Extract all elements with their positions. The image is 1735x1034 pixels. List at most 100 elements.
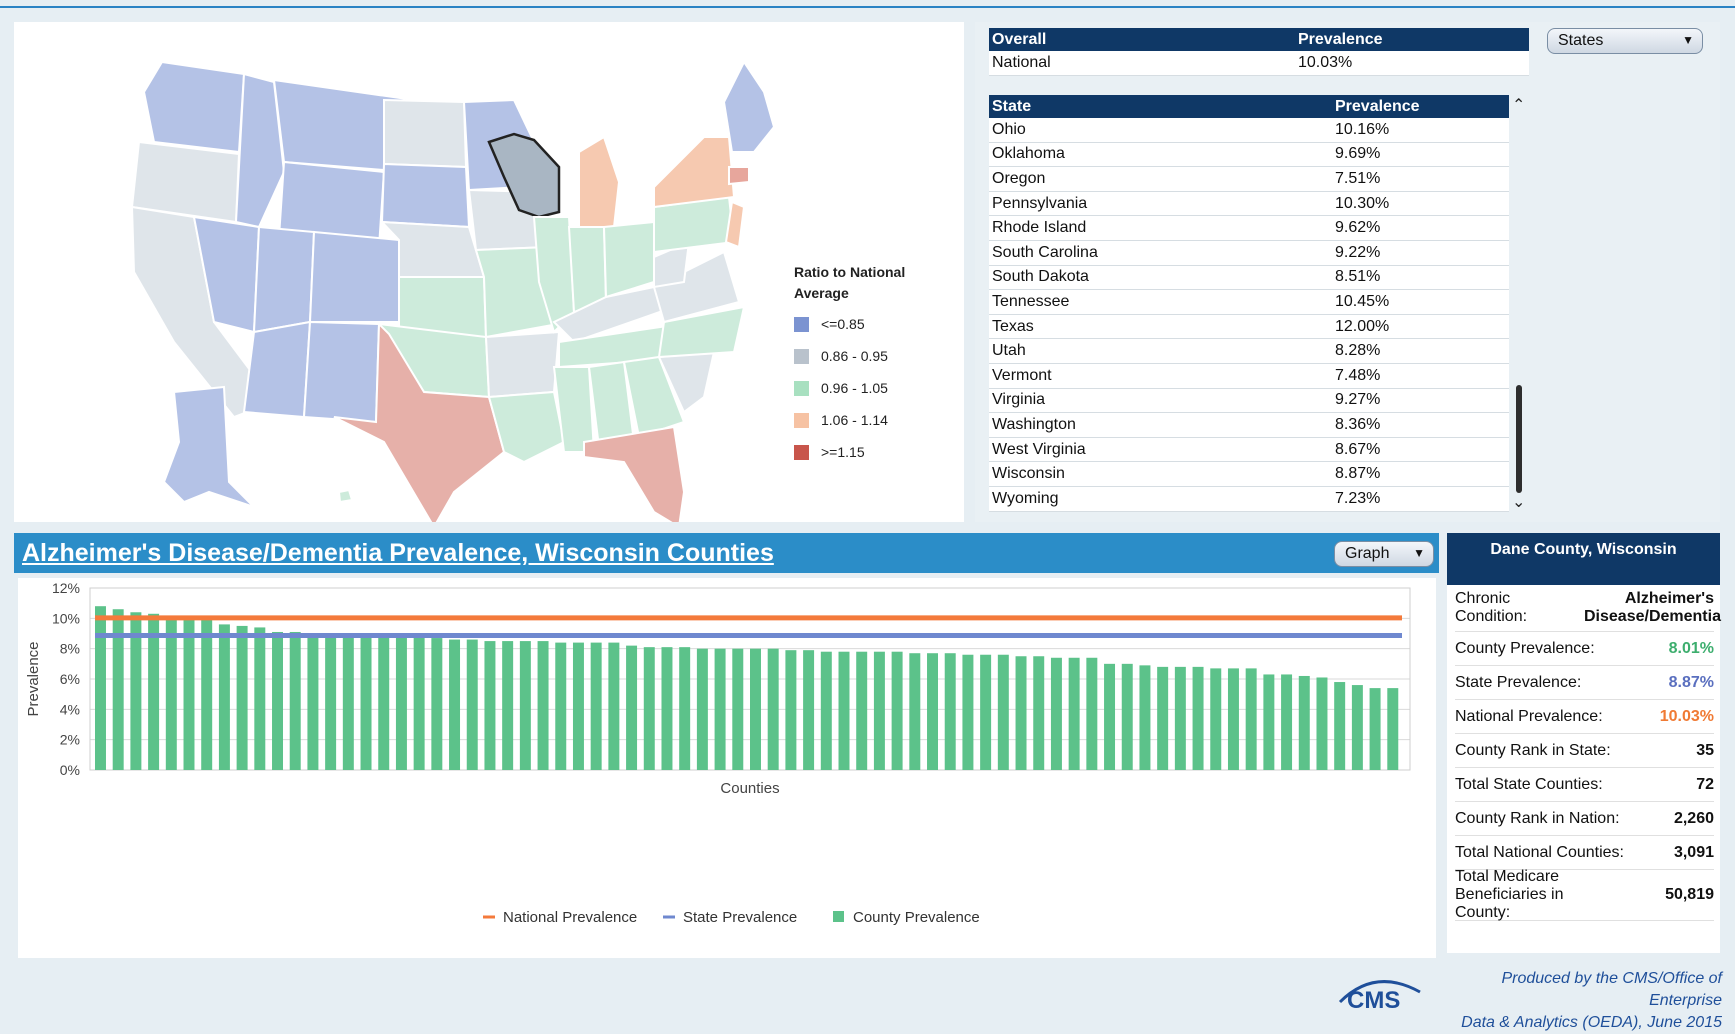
state-prevalence: 7.48% bbox=[1295, 363, 1509, 389]
county-info-title: Dane County, Wisconsin bbox=[1447, 533, 1720, 585]
y-tick-label: 0% bbox=[60, 762, 80, 778]
county-bar bbox=[378, 636, 390, 770]
county-bar bbox=[1068, 657, 1080, 770]
county-bar bbox=[1281, 674, 1293, 770]
state-row[interactable]: South Carolina 9.22% bbox=[989, 240, 1509, 266]
state-hawaii[interactable] bbox=[337, 488, 354, 504]
state-table-viewport[interactable]: State Prevalence Ohio 10.16% Oklahoma 9.69%… bbox=[989, 95, 1509, 512]
county-bar bbox=[413, 636, 425, 770]
top-divider bbox=[0, 6, 1735, 8]
county-info-panel: Chronic Condition: Alzheimer's Disease/De… bbox=[1447, 585, 1721, 953]
state-row[interactable]: Utah 8.28% bbox=[989, 338, 1509, 364]
county-bar bbox=[449, 639, 461, 770]
county-bar bbox=[980, 654, 992, 770]
state-new-england[interactable] bbox=[722, 60, 776, 153]
state-florida[interactable] bbox=[583, 425, 686, 522]
state-new-mexico[interactable] bbox=[302, 320, 381, 424]
county-info-label: Total State Counties: bbox=[1455, 775, 1603, 793]
state-row[interactable]: Virginia 9.27% bbox=[989, 388, 1509, 414]
state-name: Oregon bbox=[989, 166, 1295, 192]
county-info-value: 50,819 bbox=[1665, 886, 1714, 903]
state-row[interactable]: Vermont 7.48% bbox=[989, 363, 1509, 389]
state-row[interactable]: Tennessee 10.45% bbox=[989, 289, 1509, 315]
legend-label: >=1.15 bbox=[821, 444, 865, 460]
county-bar bbox=[236, 625, 248, 770]
state-prevalence: 8.67% bbox=[1295, 437, 1509, 463]
county-bar bbox=[1104, 663, 1116, 770]
state-arkansas[interactable] bbox=[484, 330, 561, 399]
cms-logo: CMS bbox=[1338, 980, 1421, 1012]
chart-title: Alzheimer's Disease/Dementia Prevalence,… bbox=[22, 539, 774, 567]
state-prevalence: 10.45% bbox=[1295, 289, 1509, 315]
state-row[interactable]: West Virginia 8.67% bbox=[989, 437, 1509, 463]
state-row[interactable]: Oregon 7.51% bbox=[989, 166, 1509, 192]
state-new-york[interactable] bbox=[653, 136, 736, 209]
state-michigan[interactable] bbox=[578, 135, 621, 228]
county-bar bbox=[1369, 688, 1381, 770]
states-dropdown-label: States bbox=[1558, 32, 1604, 49]
state-name: Wyoming bbox=[989, 486, 1295, 512]
state-row[interactable]: South Dakota 8.51% bbox=[989, 265, 1509, 291]
state-row[interactable]: Rhode Island 9.62% bbox=[989, 215, 1509, 241]
state-north-dakota[interactable] bbox=[383, 98, 468, 169]
county-info-label: State Prevalence: bbox=[1455, 673, 1582, 691]
scrollbar-thumb[interactable] bbox=[1516, 385, 1522, 493]
state-row[interactable]: Oklahoma 9.69% bbox=[989, 142, 1509, 168]
county-info-row: National Prevalence: 10.03% bbox=[1455, 700, 1714, 734]
states-dropdown[interactable]: States ▼ bbox=[1547, 28, 1703, 54]
state-washington[interactable] bbox=[142, 60, 246, 154]
county-info-row: Total National Counties: 3,091 bbox=[1455, 836, 1714, 870]
state-row[interactable]: Texas 12.00% bbox=[989, 314, 1509, 340]
county-info-value: 72 bbox=[1696, 775, 1714, 793]
county-bar bbox=[626, 645, 638, 770]
scroll-up-icon[interactable]: ⌃ bbox=[1512, 95, 1525, 115]
state-row[interactable]: Wisconsin 8.87% bbox=[989, 461, 1509, 487]
county-info-value: 8.87% bbox=[1668, 673, 1714, 691]
state-row[interactable]: Wyoming 7.23% bbox=[989, 486, 1509, 512]
y-tick-label: 4% bbox=[60, 701, 80, 717]
state-south-dakota[interactable] bbox=[380, 162, 471, 229]
county-bar bbox=[1033, 656, 1045, 770]
county-bar bbox=[307, 633, 319, 770]
county-bar bbox=[484, 641, 496, 770]
state-row[interactable]: Ohio 10.16% bbox=[989, 118, 1509, 143]
legend-item: <=0.85 bbox=[794, 308, 974, 340]
county-info-label: Total Medicare Beneficiaries in County: bbox=[1455, 868, 1564, 921]
county-bar bbox=[927, 653, 939, 770]
overall-row-label: National bbox=[989, 51, 1295, 76]
state-col-header: State bbox=[989, 95, 1295, 118]
state-arizona[interactable] bbox=[242, 320, 312, 419]
county-bar bbox=[519, 641, 531, 770]
graph-dropdown[interactable]: Graph ▼ bbox=[1334, 541, 1434, 567]
state-name: Utah bbox=[989, 338, 1295, 364]
state-prevalence: 12.00% bbox=[1295, 314, 1509, 340]
county-bar bbox=[1050, 657, 1062, 770]
county-bar bbox=[838, 651, 850, 770]
state-row[interactable]: Pennsylvania 10.30% bbox=[989, 191, 1509, 217]
state-ohio[interactable] bbox=[602, 220, 655, 299]
county-bar bbox=[909, 653, 921, 770]
produced-by-credit: Produced by the CMS/Office of Enterprise… bbox=[1461, 970, 1722, 1031]
county-bar bbox=[1121, 663, 1133, 770]
county-bar bbox=[1298, 675, 1310, 770]
y-axis-label: Prevalence bbox=[25, 641, 42, 716]
county-prevalence-chart: 0% 2% 4% 6% 8% 10% 12% Counties Prevalence Nation… bbox=[25, 580, 1411, 926]
legend-label: <=0.85 bbox=[821, 316, 865, 332]
state-prevalence: 8.51% bbox=[1295, 265, 1509, 291]
state-prevalence: 8.36% bbox=[1295, 412, 1509, 438]
state-colorado[interactable] bbox=[308, 230, 400, 323]
table-scrollbar[interactable]: ⌃ ⌄ bbox=[1510, 95, 1528, 512]
county-bar bbox=[590, 642, 602, 770]
x-axis-label: Counties bbox=[720, 780, 779, 797]
state-utah[interactable] bbox=[252, 225, 316, 334]
county-bar bbox=[165, 618, 177, 770]
state-row[interactable]: Washington 8.36% bbox=[989, 412, 1509, 438]
scroll-down-icon[interactable]: ⌄ bbox=[1512, 492, 1525, 512]
county-bar bbox=[608, 642, 620, 770]
overall-table: Overall Prevalence National 10.03% bbox=[989, 28, 1529, 76]
state-connecticut[interactable] bbox=[728, 166, 750, 186]
county-bar bbox=[732, 648, 744, 770]
y-tick-label: 6% bbox=[60, 671, 80, 687]
county-bar bbox=[1192, 666, 1204, 770]
y-tick-label: 2% bbox=[60, 732, 80, 748]
